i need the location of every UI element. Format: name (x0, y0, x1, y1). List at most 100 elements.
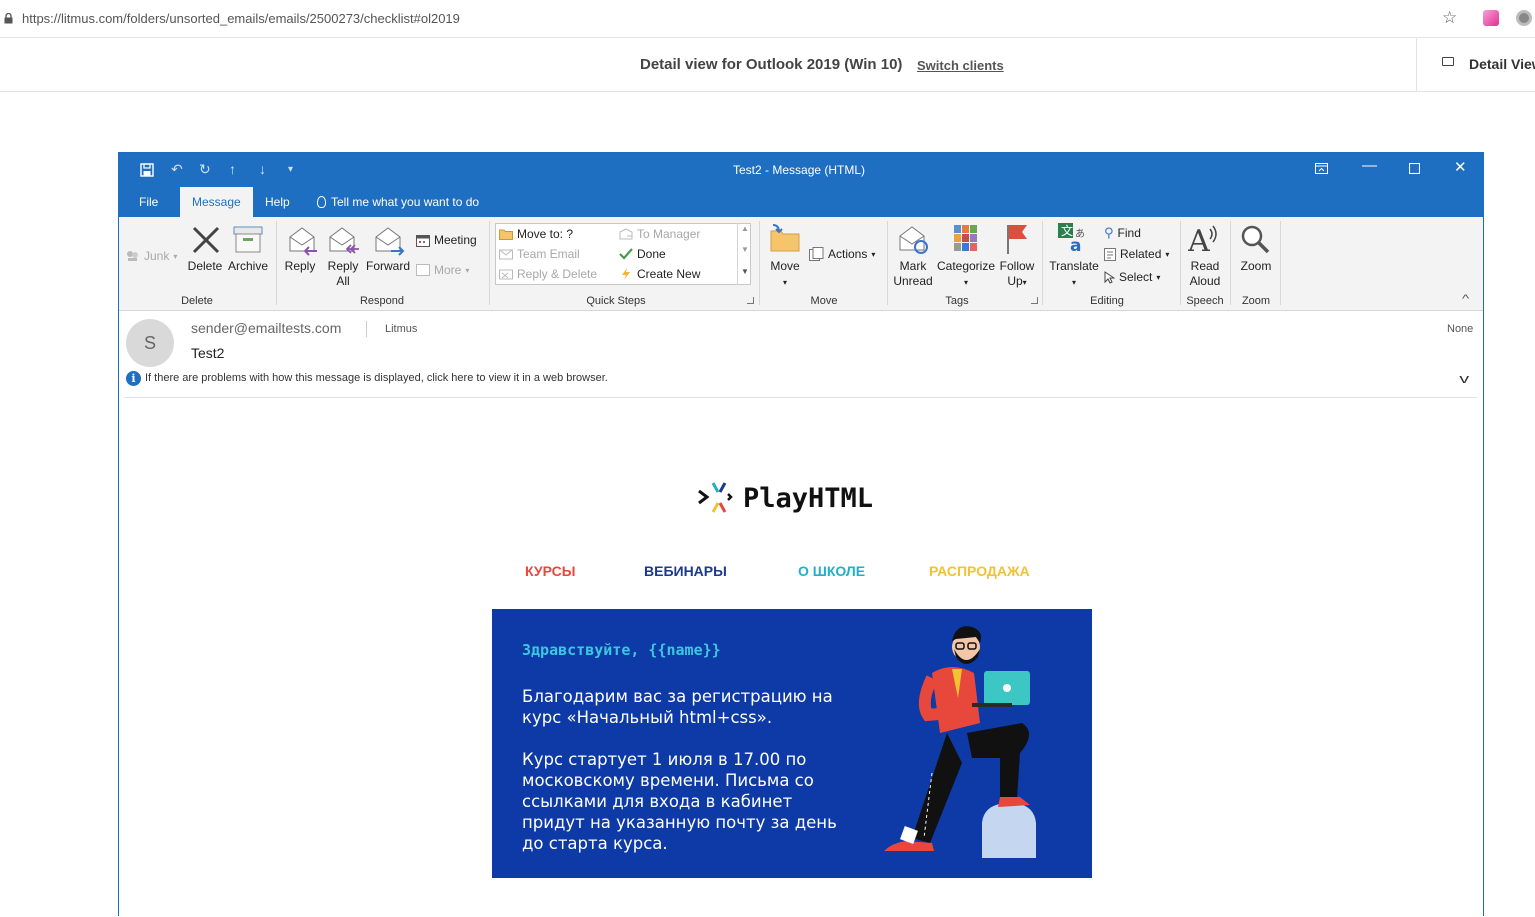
group-label-delete: Delete (181, 295, 213, 307)
nav-link-courses[interactable]: КУРСЫ (525, 563, 575, 579)
undo-icon[interactable]: ↶ (171, 161, 183, 178)
read-aloud-button[interactable]: Read Aloud (1181, 259, 1229, 289)
outlook-window: ↶ ↻ ↑ ↓ ▾ Test2 - Message (HTML) — ✕ Fil… (118, 152, 1484, 917)
scroll-up-icon[interactable]: ▲ (741, 224, 749, 233)
find-button[interactable]: ⚲ Find (1104, 225, 1141, 241)
nav-link-about[interactable]: О ШКОЛЕ (798, 563, 865, 579)
group-label-speech: Speech (1186, 295, 1224, 307)
tab-message[interactable]: Message (180, 187, 253, 217)
quick-step-reply-delete[interactable]: Reply & Delete (499, 267, 597, 281)
meeting-button[interactable]: Meeting (416, 233, 477, 247)
hero-banner: Здравствуйте, {{name}} Благодарим вас за… (492, 609, 1092, 878)
header-separator (366, 321, 367, 337)
archive-button[interactable]: Archive (225, 259, 271, 274)
delete-button[interactable]: Delete (185, 259, 225, 274)
archive-icon (233, 226, 263, 253)
email-body: PlayHTML КУРСЫ ВЕБИНАРЫ О ШКОЛЕ РАСПРОДА… (119, 399, 1483, 917)
switch-clients-link[interactable]: Switch clients (917, 58, 1004, 73)
page-title: Detail view for Outlook 2019 (Win 10) (640, 56, 903, 73)
quick-step-move-to[interactable]: Move to: ? (499, 227, 573, 241)
quick-steps-scrollbar[interactable]: ▲ ▼ ▼ (737, 223, 751, 285)
url-text[interactable]: https://litmus.com/folders/unsorted_emai… (22, 11, 460, 26)
extension-icon[interactable] (1483, 10, 1499, 26)
lightning-icon (622, 268, 630, 280)
tags-launcher-icon[interactable] (1031, 297, 1038, 304)
browser-address-bar[interactable]: https://litmus.com/folders/unsorted_emai… (0, 0, 1535, 38)
reply-button[interactable]: Reply (281, 259, 319, 274)
ribbon-display-options-icon[interactable] (1315, 163, 1328, 174)
junk-icon (127, 251, 138, 261)
quick-step-done[interactable]: Done (619, 247, 666, 261)
quick-step-create-new[interactable]: Create New (619, 267, 700, 281)
delete-icon (192, 226, 220, 254)
tab-file[interactable]: File (139, 193, 158, 211)
detail-view-toggle[interactable]: Detail View (1469, 56, 1535, 72)
view-in-browser-notice[interactable]: If there are problems with how this mess… (145, 372, 608, 384)
follow-up-button[interactable]: Follow Up▾ (995, 259, 1039, 290)
folder-move-icon (499, 229, 513, 240)
find-icon: ⚲ (1104, 225, 1114, 240)
read-aloud-icon: A (1188, 224, 1217, 255)
quick-step-to-manager[interactable]: To Manager (619, 227, 700, 241)
mark-unread-icon (899, 226, 928, 254)
greeting: Здравствуйте, {{name}} (522, 641, 721, 659)
actions-icon (809, 247, 824, 261)
outlook-titlebar: ↶ ↻ ↑ ↓ ▾ Test2 - Message (HTML) — ✕ (119, 153, 1483, 187)
sender-address[interactable]: sender@emailtests.com (191, 320, 341, 336)
collapse-ribbon-icon[interactable]: ^ (1462, 293, 1469, 305)
lightbulb-icon (317, 196, 326, 208)
quick-steps-launcher-icon[interactable] (747, 297, 754, 304)
previous-item-icon[interactable]: ↑ (229, 161, 236, 177)
translate-button[interactable]: Translate ▾ (1048, 259, 1100, 290)
forward-button[interactable]: Forward (365, 259, 411, 274)
more-respond-button[interactable]: More ▾ (416, 263, 469, 277)
ribbon-tabs: File Message Help Tell me what you want … (119, 187, 1483, 217)
junk-button[interactable]: Junk ▾ (126, 249, 177, 263)
monitor-icon (1442, 57, 1454, 66)
svg-text:A: A (1188, 224, 1210, 255)
group-label-tags: Tags (945, 295, 969, 307)
reply-all-button[interactable]: Reply All (323, 259, 363, 289)
tell-me-search[interactable]: Tell me what you want to do (317, 193, 479, 211)
move-button[interactable]: Move ▾ (763, 259, 807, 290)
next-item-icon[interactable]: ↓ (259, 161, 266, 177)
expand-header-chevron-icon[interactable]: v (1459, 371, 1469, 386)
cursor-icon (1104, 270, 1115, 284)
minimize-icon[interactable]: — (1362, 157, 1377, 174)
save-icon[interactable] (140, 163, 154, 177)
extension-gear-icon[interactable] (1516, 10, 1532, 26)
recipient[interactable]: Litmus (385, 323, 417, 335)
group-separator (489, 221, 490, 305)
brand-name: PlayHTML (743, 482, 874, 514)
customize-toolbar-icon[interactable]: ▾ (288, 164, 293, 175)
reply-icon (289, 227, 317, 256)
ribbon: Junk ▾ Delete Archive Delete Reply Reply … (119, 217, 1483, 311)
quick-step-team-email[interactable]: Team Email (499, 247, 580, 261)
lock-icon (4, 13, 13, 24)
categorize-button[interactable]: Categorize ▾ (935, 259, 997, 290)
avatar: S (126, 319, 174, 367)
paragraph-registration: Благодарим вас за регистрацию на курс «Н… (522, 687, 833, 727)
group-separator (276, 221, 277, 305)
bookmark-star-icon[interactable]: ☆ (1442, 8, 1457, 28)
group-label-quick-steps: Quick Steps (586, 295, 646, 307)
nav-link-sale[interactable]: РАСПРОДАЖА (929, 563, 1030, 579)
litmus-header: Detail view for Outlook 2019 (Win 10) Sw… (0, 38, 1535, 92)
scroll-down-icon[interactable]: ▼ (741, 245, 749, 254)
tab-help[interactable]: Help (265, 193, 290, 211)
zoom-button[interactable]: Zoom (1232, 259, 1280, 274)
info-icon: i (126, 371, 141, 386)
mark-unread-button[interactable]: Mark Unread (889, 259, 937, 289)
brand-logo[interactable]: PlayHTML (697, 481, 873, 515)
nav-link-webinars[interactable]: ВЕБИНАРЫ (644, 563, 727, 579)
maximize-icon[interactable] (1409, 163, 1420, 174)
paragraph-course-start: Курс стартует 1 июля в 17.00 по московск… (522, 750, 837, 853)
flag-icon (1007, 225, 1027, 254)
select-button[interactable]: Select ▾ (1104, 270, 1160, 284)
close-icon[interactable]: ✕ (1454, 158, 1467, 176)
redo-icon[interactable]: ↻ (199, 161, 211, 178)
gallery-expand-icon[interactable]: ▼ (741, 267, 749, 276)
actions-button[interactable]: Actions ▾ (809, 247, 875, 261)
group-label-zoom: Zoom (1241, 295, 1271, 307)
related-button[interactable]: Related ▾ (1104, 247, 1169, 261)
